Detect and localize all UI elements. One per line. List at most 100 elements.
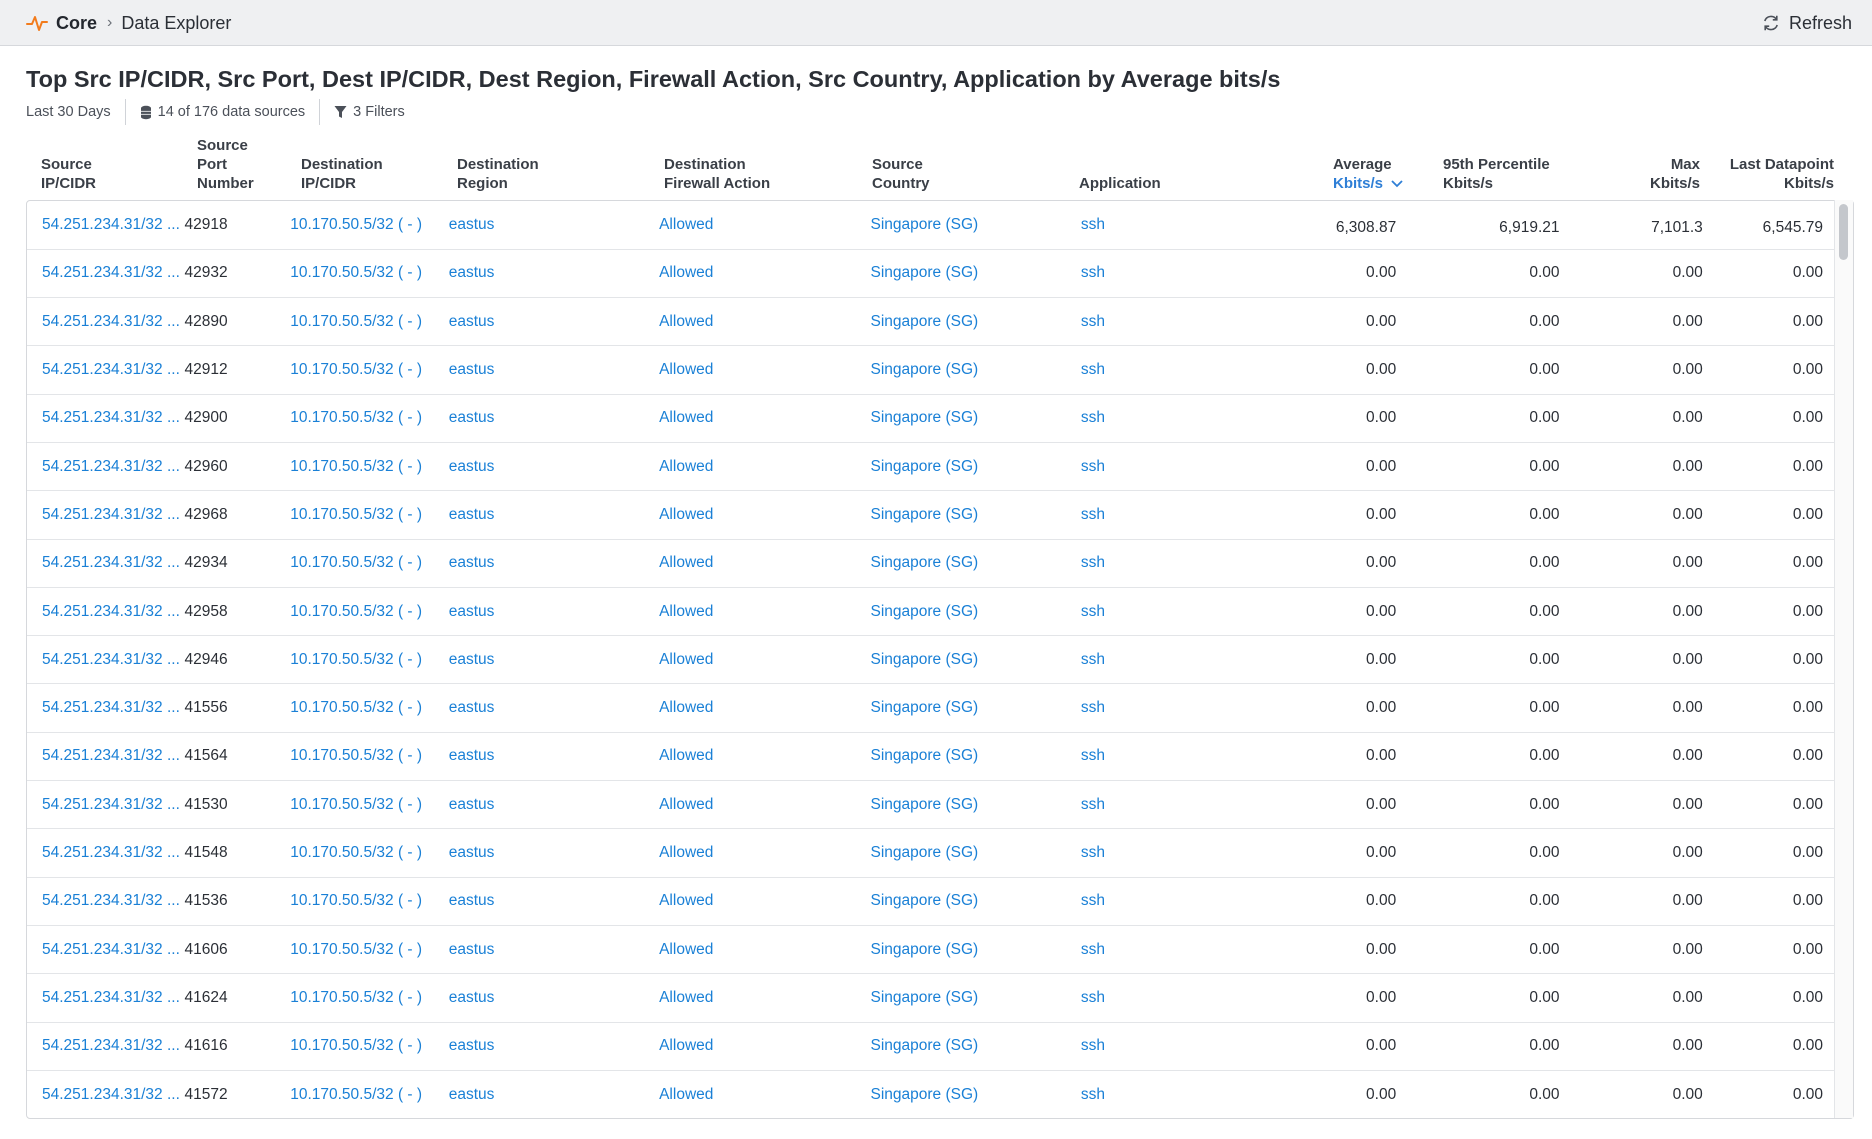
- source-country-cell[interactable]: Singapore (SG): [870, 201, 1081, 250]
- time-range[interactable]: Last 30 Days: [26, 104, 111, 120]
- source-ip-cell[interactable]: 54.251.234.31/32 ...: [27, 490, 185, 540]
- firewall-action-cell[interactable]: Allowed: [659, 925, 871, 975]
- firewall-action-cell[interactable]: Allowed: [659, 539, 871, 588]
- table-row[interactable]: 54.251.234.31/32 ... 42912 10.170.50.5/32 …: [27, 345, 1835, 395]
- dest-ip-cell[interactable]: 10.170.50.5/32 ( - ): [290, 297, 449, 347]
- source-country-cell[interactable]: Singapore (SG): [870, 442, 1081, 492]
- firewall-action-cell[interactable]: Allowed: [659, 442, 871, 492]
- dest-region-cell[interactable]: eastus: [448, 877, 660, 926]
- table-row[interactable]: 54.251.234.31/32 ... 42968 10.170.50.5/32 …: [27, 490, 1835, 540]
- application-cell[interactable]: ssh: [1080, 1022, 1264, 1071]
- chevron-down-icon[interactable]: [1383, 175, 1403, 192]
- source-ip-cell[interactable]: 54.251.234.31/32 ...: [27, 345, 185, 395]
- application-cell[interactable]: ssh: [1080, 732, 1264, 782]
- dest-ip-cell[interactable]: 10.170.50.5/32 ( - ): [290, 732, 449, 782]
- application-cell[interactable]: ssh: [1080, 201, 1264, 250]
- dest-region-cell[interactable]: eastus: [448, 780, 660, 830]
- dest-ip-cell[interactable]: 10.170.50.5/32 ( - ): [290, 1070, 449, 1118]
- dest-region-cell[interactable]: eastus: [449, 1070, 659, 1118]
- dest-ip-cell[interactable]: 10.170.50.5/32 ( - ): [290, 394, 449, 443]
- header-max[interactable]: Max Kbits/s: [1650, 155, 1700, 193]
- dest-region-cell[interactable]: eastus: [448, 635, 660, 685]
- firewall-action-cell[interactable]: Allowed: [659, 877, 871, 926]
- header-average[interactable]: Average Kbits/s: [1333, 155, 1403, 193]
- table-row[interactable]: 54.251.234.31/32 ... 41606 10.170.50.5/32 …: [27, 925, 1835, 975]
- source-country-cell[interactable]: Singapore (SG): [870, 539, 1081, 588]
- firewall-action-cell[interactable]: Allowed: [659, 394, 871, 443]
- header-dest-ip[interactable]: Destination IP/CIDR: [301, 155, 383, 193]
- application-cell[interactable]: ssh: [1080, 249, 1264, 299]
- dest-ip-cell[interactable]: 10.170.50.5/32 ( - ): [290, 973, 449, 1023]
- dest-ip-cell[interactable]: 10.170.50.5/32 ( - ): [290, 877, 449, 926]
- breadcrumb-root[interactable]: Core: [56, 13, 97, 34]
- dest-ip-cell[interactable]: 10.170.50.5/32 ( - ): [290, 442, 449, 492]
- source-ip-cell[interactable]: 54.251.234.31/32 ...: [27, 828, 185, 878]
- data-sources[interactable]: 14 of 176 data sources: [158, 104, 306, 120]
- application-cell[interactable]: ssh: [1080, 683, 1264, 733]
- application-cell[interactable]: ssh: [1080, 925, 1264, 975]
- firewall-action-cell[interactable]: Allowed: [659, 587, 871, 637]
- source-country-cell[interactable]: Singapore (SG): [870, 973, 1081, 1023]
- table-row[interactable]: 54.251.234.31/32 ... 41624 10.170.50.5/32 …: [27, 973, 1835, 1023]
- application-cell[interactable]: ssh: [1080, 539, 1264, 588]
- source-country-cell[interactable]: Singapore (SG): [870, 828, 1081, 878]
- filters-count[interactable]: 3 Filters: [353, 104, 405, 120]
- application-cell[interactable]: ssh: [1080, 394, 1264, 443]
- table-row[interactable]: 54.251.234.31/32 ... 42934 10.170.50.5/32 …: [27, 539, 1835, 588]
- dest-ip-cell[interactable]: 10.170.50.5/32 ( - ): [290, 539, 449, 588]
- refresh-button[interactable]: Refresh: [1761, 0, 1852, 46]
- table-row[interactable]: 54.251.234.31/32 ... 42918 10.170.50.5/32 …: [27, 201, 1835, 250]
- scrollbar-thumb[interactable]: [1839, 204, 1848, 260]
- dest-ip-cell[interactable]: 10.170.50.5/32 ( - ): [290, 1022, 449, 1071]
- source-ip-cell[interactable]: 54.251.234.31/32 ...: [27, 780, 185, 830]
- dest-region-cell[interactable]: eastus: [448, 973, 660, 1023]
- dest-ip-cell[interactable]: 10.170.50.5/32 ( - ): [290, 587, 449, 637]
- dest-ip-cell[interactable]: 10.170.50.5/32 ( - ): [290, 828, 449, 878]
- firewall-action-cell[interactable]: Allowed: [659, 780, 871, 830]
- source-ip-cell[interactable]: 54.251.234.31/32 ...: [27, 877, 185, 926]
- source-country-cell[interactable]: Singapore (SG): [870, 1070, 1080, 1118]
- source-country-cell[interactable]: Singapore (SG): [870, 732, 1081, 782]
- source-country-cell[interactable]: Singapore (SG): [870, 877, 1081, 926]
- table-row[interactable]: 54.251.234.31/32 ... 41572 10.170.50.5/32 …: [27, 1070, 1835, 1118]
- dest-region-cell[interactable]: eastus: [448, 539, 660, 588]
- source-country-cell[interactable]: Singapore (SG): [870, 394, 1081, 443]
- dest-region-cell[interactable]: eastus: [448, 587, 660, 637]
- firewall-action-cell[interactable]: Allowed: [659, 1070, 870, 1118]
- application-cell[interactable]: ssh: [1080, 490, 1264, 540]
- application-cell[interactable]: ssh: [1080, 973, 1264, 1023]
- source-country-cell[interactable]: Singapore (SG): [870, 490, 1081, 540]
- source-ip-cell[interactable]: 54.251.234.31/32 ...: [27, 249, 185, 299]
- dest-ip-cell[interactable]: 10.170.50.5/32 ( - ): [290, 635, 449, 685]
- firewall-action-cell[interactable]: Allowed: [659, 732, 871, 782]
- header-95th-percentile[interactable]: 95th Percentile Kbits/s: [1443, 155, 1550, 193]
- header-source-country[interactable]: Source Country: [872, 155, 930, 193]
- source-country-cell[interactable]: Singapore (SG): [870, 925, 1081, 975]
- source-country-cell[interactable]: Singapore (SG): [870, 249, 1081, 299]
- application-cell[interactable]: ssh: [1080, 345, 1264, 395]
- source-ip-cell[interactable]: 54.251.234.31/32 ...: [27, 201, 185, 250]
- application-cell[interactable]: ssh: [1080, 587, 1264, 637]
- dest-region-cell[interactable]: eastus: [448, 732, 660, 782]
- table-row[interactable]: 54.251.234.31/32 ... 42958 10.170.50.5/32 …: [27, 587, 1835, 637]
- application-cell[interactable]: ssh: [1080, 828, 1264, 878]
- header-dest-region[interactable]: Destination Region: [457, 155, 539, 193]
- header-source-port[interactable]: Source Port Number: [197, 136, 254, 193]
- source-country-cell[interactable]: Singapore (SG): [870, 683, 1081, 733]
- source-ip-cell[interactable]: 54.251.234.31/32 ...: [27, 539, 185, 588]
- firewall-action-cell[interactable]: Allowed: [659, 249, 871, 299]
- table-row[interactable]: 54.251.234.31/32 ... 42946 10.170.50.5/32 …: [27, 635, 1835, 685]
- source-country-cell[interactable]: Singapore (SG): [870, 780, 1081, 830]
- firewall-action-cell[interactable]: Allowed: [659, 635, 871, 685]
- source-country-cell[interactable]: Singapore (SG): [870, 1022, 1081, 1071]
- source-ip-cell[interactable]: 54.251.234.31/32 ...: [27, 297, 185, 347]
- header-last-datapoint[interactable]: Last Datapoint Kbits/s: [1730, 155, 1834, 193]
- header-source-ip[interactable]: Source IP/CIDR: [41, 155, 96, 193]
- source-ip-cell[interactable]: 54.251.234.31/32 ...: [27, 925, 185, 975]
- dest-region-cell[interactable]: eastus: [448, 828, 660, 878]
- table-row[interactable]: 54.251.234.31/32 ... 41548 10.170.50.5/32 …: [27, 828, 1835, 878]
- application-cell[interactable]: ssh: [1080, 635, 1264, 685]
- header-firewall-action[interactable]: Destination Firewall Action: [664, 155, 770, 193]
- dest-ip-cell[interactable]: 10.170.50.5/32 ( - ): [290, 925, 449, 975]
- firewall-action-cell[interactable]: Allowed: [659, 828, 871, 878]
